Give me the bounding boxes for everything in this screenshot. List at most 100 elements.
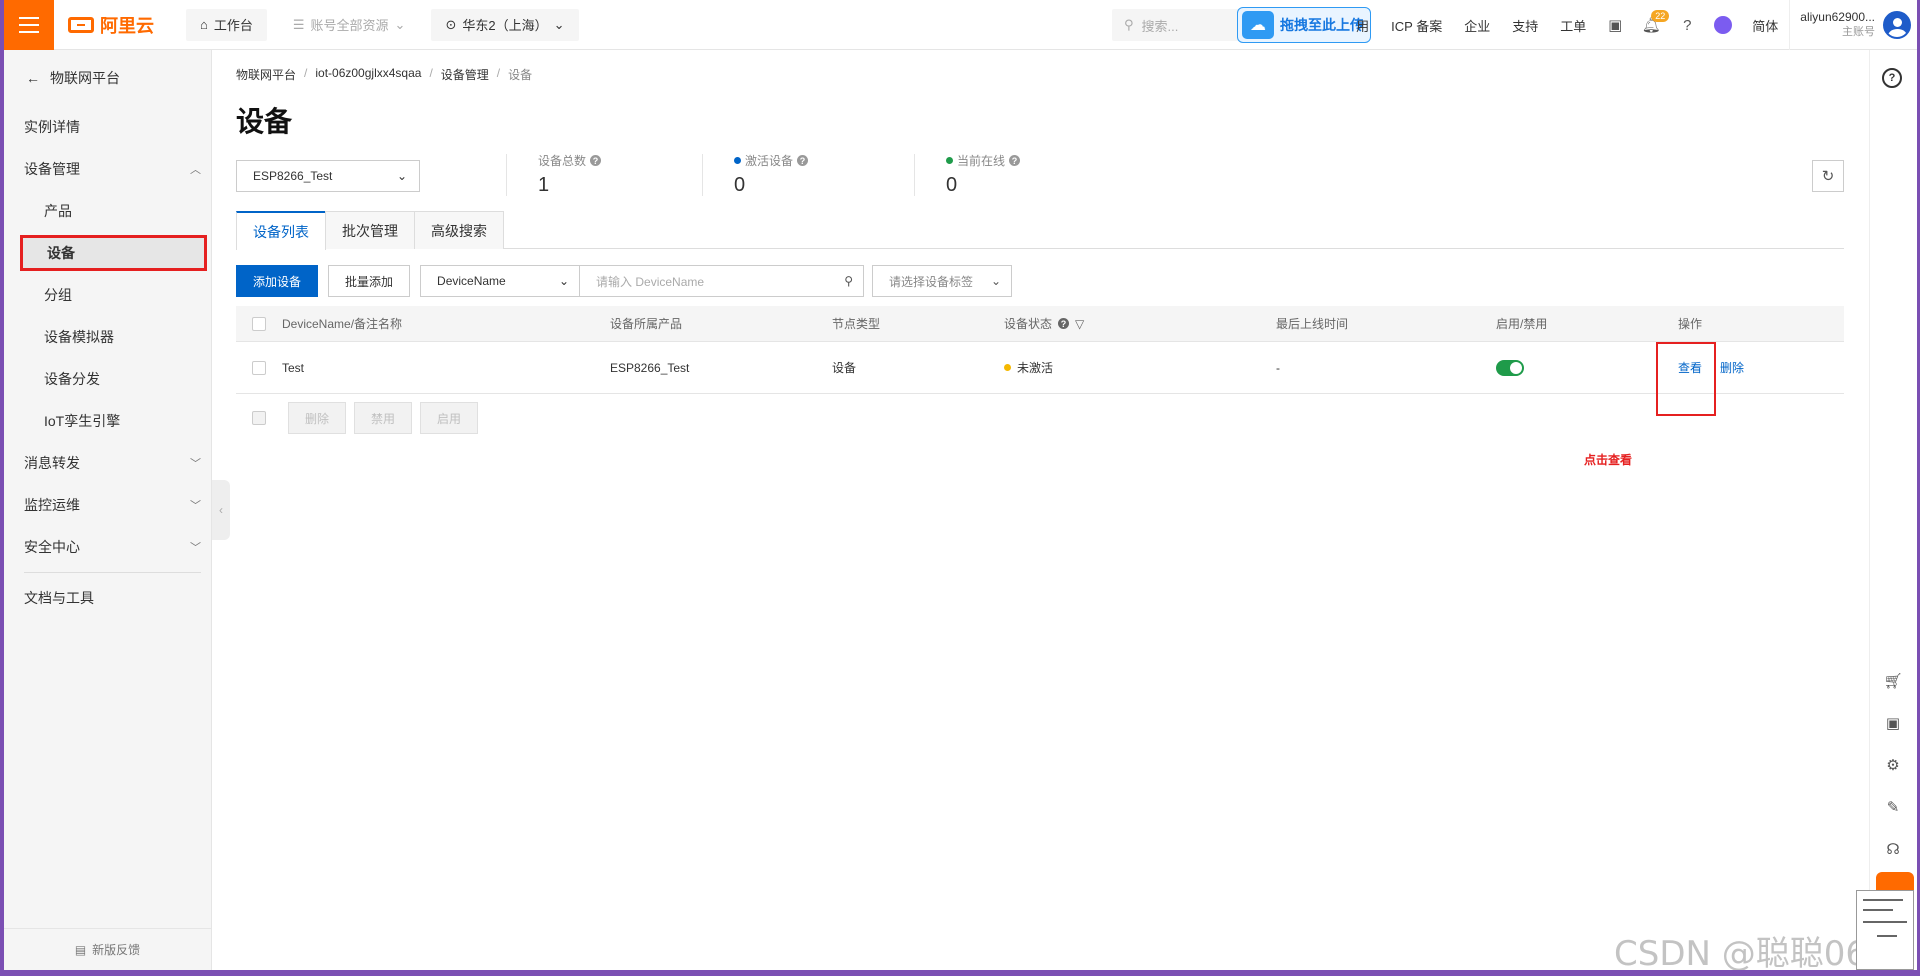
bell-icon[interactable]: 🔔︎ 22 xyxy=(1633,0,1670,50)
device-name-search-input[interactable]: 请输入 DeviceName ⚲ xyxy=(580,265,865,297)
top-link-ticket[interactable]: 工单 xyxy=(1549,16,1597,35)
app-frame: 阿里云 ⌂ 工作台 ☰ 账号全部资源 ⌄ ⊙ 华东2（上海） ⌄ ⚲ 搜索...… xyxy=(4,0,1917,970)
sidebar-item-label: 监控运维 xyxy=(24,497,80,513)
bulk-enable-button[interactable]: 启用 xyxy=(420,402,479,434)
tab-device-list[interactable]: 设备列表 xyxy=(236,211,326,250)
help-icon[interactable]: ? xyxy=(1058,318,1070,329)
column-header-actions: 操作 xyxy=(1678,317,1703,331)
table-row: Test ESP8266_Test 设备 未激活 - 查看 删除 xyxy=(236,342,1844,394)
bulk-disable-button[interactable]: 禁用 xyxy=(354,402,413,434)
sidebar-item-security[interactable]: 安全中心 ﹀ xyxy=(4,526,211,568)
sidebar-item-product[interactable]: 产品 xyxy=(4,190,211,232)
breadcrumb-item[interactable]: 设备管理 xyxy=(441,66,489,83)
list-icon: ☰ xyxy=(292,16,305,32)
delete-link[interactable]: 删除 xyxy=(1720,359,1744,376)
row-checkbox[interactable] xyxy=(252,360,266,375)
account-menu[interactable]: aliyun62900... 主账号 xyxy=(1789,0,1917,50)
sidebar-item-label: 分组 xyxy=(44,287,72,303)
stat-value: 0 xyxy=(734,174,746,196)
select-all-checkbox[interactable] xyxy=(252,316,266,331)
table-header: DeviceName/备注名称 设备所属产品 节点类型 设备状态 ? ▽ 最后上… xyxy=(236,306,1844,342)
sidebar-item-iot-twin[interactable]: IoT孪生引擎 xyxy=(4,400,211,442)
refresh-icon[interactable]: ↻ xyxy=(1812,160,1844,192)
search-icon[interactable]: ⚲ xyxy=(844,274,853,288)
sidebar-item-device-management[interactable]: 设备管理 ︿ xyxy=(4,148,211,190)
stat-label: 激活设备 xyxy=(745,154,794,168)
qr-thumbnail xyxy=(1856,890,1914,970)
gear-icon[interactable]: ⚙ xyxy=(1882,754,1904,776)
chevron-up-icon: ︿ xyxy=(190,164,201,176)
sidebar-item-monitoring[interactable]: 监控运维 ﹀ xyxy=(4,484,211,526)
stat-divider xyxy=(914,154,915,196)
breadcrumb-item[interactable]: iot-06z00gjlxx4sqaa xyxy=(315,66,421,83)
sidebar-item-instance-detail[interactable]: 实例详情 xyxy=(4,106,211,148)
bulk-select-checkbox[interactable] xyxy=(252,411,266,425)
sidebar-item-message-forwarding[interactable]: 消息转发 ﹀ xyxy=(4,442,211,484)
top-link-enterprise[interactable]: 企业 xyxy=(1453,16,1501,35)
sidebar-back-link[interactable]: ← 物联网平台 xyxy=(4,50,211,106)
search-field-select[interactable]: DeviceName ⌄ xyxy=(420,265,581,297)
sidebar: ← 物联网平台 实例详情 设备管理 ︿ 产品 设备 分组 设备模拟器 设备分发 I… xyxy=(4,50,212,970)
status-dot-icon xyxy=(946,157,953,164)
sidebar-item-label: 设备模拟器 xyxy=(44,329,114,345)
resources-dropdown[interactable]: ☰ 账号全部资源 ⌄ xyxy=(279,9,420,41)
aliyun-logo[interactable]: 阿里云 xyxy=(68,12,154,38)
sidebar-item-label: 设备分发 xyxy=(44,371,100,387)
top-link-icp[interactable]: ICP 备案 xyxy=(1380,16,1453,35)
region-dropdown[interactable]: ⊙ 华东2（上海） ⌄ xyxy=(431,8,579,41)
device-last-online: - xyxy=(1276,360,1280,375)
global-search-input[interactable]: ⚲ 搜索... xyxy=(1112,9,1242,41)
sidebar-item-label: 设备管理 xyxy=(24,161,80,177)
sidebar-collapse-handle[interactable]: ‹ xyxy=(212,480,230,540)
chip-icon[interactable]: ▣ xyxy=(1882,712,1904,734)
status-dot-icon xyxy=(1004,364,1011,371)
aliyun-logo-icon xyxy=(68,16,94,33)
cloud-icon: ☁ xyxy=(1242,11,1274,39)
top-link-support[interactable]: 支持 xyxy=(1501,16,1549,35)
stat-divider xyxy=(506,154,507,196)
enable-toggle[interactable] xyxy=(1496,359,1524,376)
tab-batch-management[interactable]: 批次管理 xyxy=(325,211,415,249)
bulk-actions: 删除 禁用 启用 xyxy=(236,402,479,434)
device-product[interactable]: ESP8266_Test xyxy=(610,361,689,375)
annotation-click-view: 点击查看 xyxy=(1584,453,1633,467)
batch-add-button[interactable]: 批量添加 xyxy=(328,265,411,297)
device-table: DeviceName/备注名称 设备所属产品 节点类型 设备状态 ? ▽ 最后上… xyxy=(236,306,1844,394)
product-select[interactable]: ESP8266_Test ⌄ xyxy=(236,160,420,192)
device-tag-select[interactable]: 请选择设备标签 ⌄ xyxy=(872,265,1013,297)
sidebar-item-device-simulator[interactable]: 设备模拟器 xyxy=(4,316,211,358)
help-icon[interactable]: ? xyxy=(590,155,602,166)
ai-assistant-icon[interactable] xyxy=(1705,0,1741,50)
headset-icon[interactable]: ☊ xyxy=(1882,838,1904,860)
top-link-apps[interactable]: 用 xyxy=(1345,16,1380,35)
add-device-button[interactable]: 添加设备 xyxy=(236,265,319,297)
help-icon[interactable]: ? xyxy=(1669,0,1705,50)
help-icon[interactable]: ? xyxy=(1009,155,1021,166)
sidebar-item-label: IoT孪生引擎 xyxy=(44,413,121,429)
arrow-left-icon: ← xyxy=(26,70,40,86)
filter-icon[interactable]: ▽ xyxy=(1075,317,1084,331)
device-name[interactable]: Test xyxy=(282,361,304,375)
terminal-icon[interactable]: ▣ xyxy=(1597,0,1633,50)
edit-icon[interactable]: ✎ xyxy=(1882,796,1904,818)
chevron-down-icon: ⌄ xyxy=(394,16,406,32)
sidebar-item-docs-tools[interactable]: 文档与工具 xyxy=(4,577,211,619)
sidebar-item-group[interactable]: 分组 xyxy=(4,274,211,316)
language-switch[interactable]: 简体 xyxy=(1741,16,1789,35)
sidebar-item-device-distribution[interactable]: 设备分发 xyxy=(4,358,211,400)
workbench-button[interactable]: ⌂ 工作台 xyxy=(186,8,267,41)
sidebar-item-device[interactable]: 设备 xyxy=(20,235,207,271)
search-icon: ⚲ xyxy=(1124,17,1134,32)
cart-icon[interactable]: 🛒︎ xyxy=(1882,670,1904,692)
hamburger-menu-icon[interactable] xyxy=(4,0,54,50)
column-header-status: 设备状态 ? ▽ xyxy=(1004,315,1084,332)
bulk-delete-button[interactable]: 删除 xyxy=(288,402,347,434)
feedback-link[interactable]: ▤ 新版反馈 xyxy=(4,928,211,970)
tab-advanced-search[interactable]: 高级搜索 xyxy=(414,211,504,249)
stat-value: 1 xyxy=(538,174,550,196)
question-icon[interactable]: ? xyxy=(1882,68,1902,88)
help-icon[interactable]: ? xyxy=(797,155,809,166)
device-toolbar: 添加设备 批量添加 DeviceName ⌄ 请输入 DeviceName ⚲ … xyxy=(236,265,1013,297)
location-icon: ⊙ xyxy=(445,16,457,32)
breadcrumb-item[interactable]: 物联网平台 xyxy=(236,66,296,83)
